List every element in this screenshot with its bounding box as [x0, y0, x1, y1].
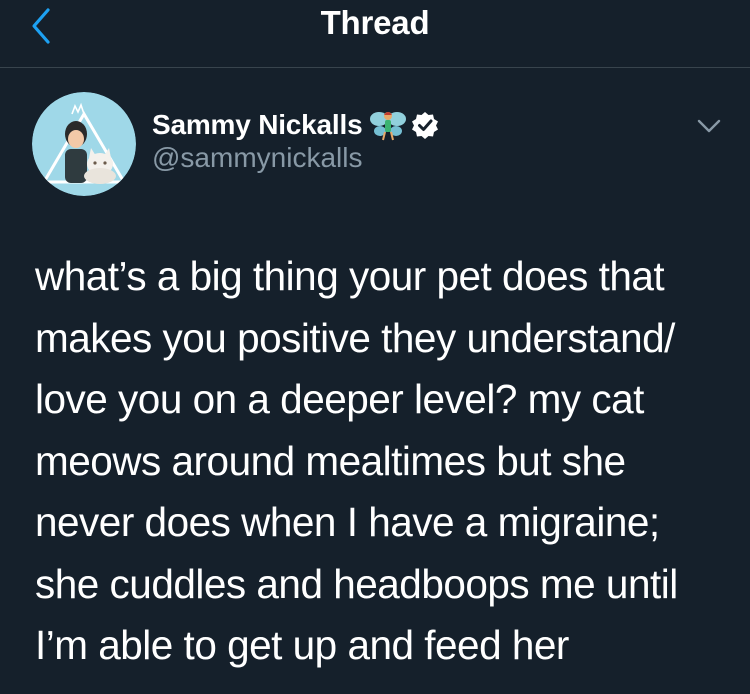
author-name-row[interactable]: Sammy Nickalls — [152, 105, 440, 145]
tweet-text: what’s a big thing your pet does that ma… — [35, 246, 735, 677]
page-title: Thread — [320, 4, 430, 41]
tweet-text-line: meows around mealtimes but she — [35, 437, 626, 484]
tweet-text-line: never does when I have a migraine; — [35, 499, 660, 545]
tweet-text-line: makes you positive they understand/ — [35, 314, 675, 361]
author-handle[interactable]: @sammynickalls — [152, 142, 362, 174]
navigation-bar: Thread — [0, 0, 750, 68]
verified-icon — [412, 112, 439, 139]
tweet-text-line: love you on a deeper level? my cat — [35, 376, 644, 422]
fairy-icon — [370, 112, 407, 141]
tweet-text-line: she cuddles and headboops me until — [35, 560, 678, 607]
chevron-down-icon[interactable] — [694, 114, 724, 138]
tweet-text-line: I’m able to get up and feed her — [35, 622, 569, 668]
avatar-image — [32, 92, 136, 196]
tweet-text-line: what’s a big thing your pet does that — [35, 253, 665, 299]
avatar[interactable] — [32, 92, 136, 196]
author-name[interactable]: Sammy Nickalls — [152, 109, 363, 141]
